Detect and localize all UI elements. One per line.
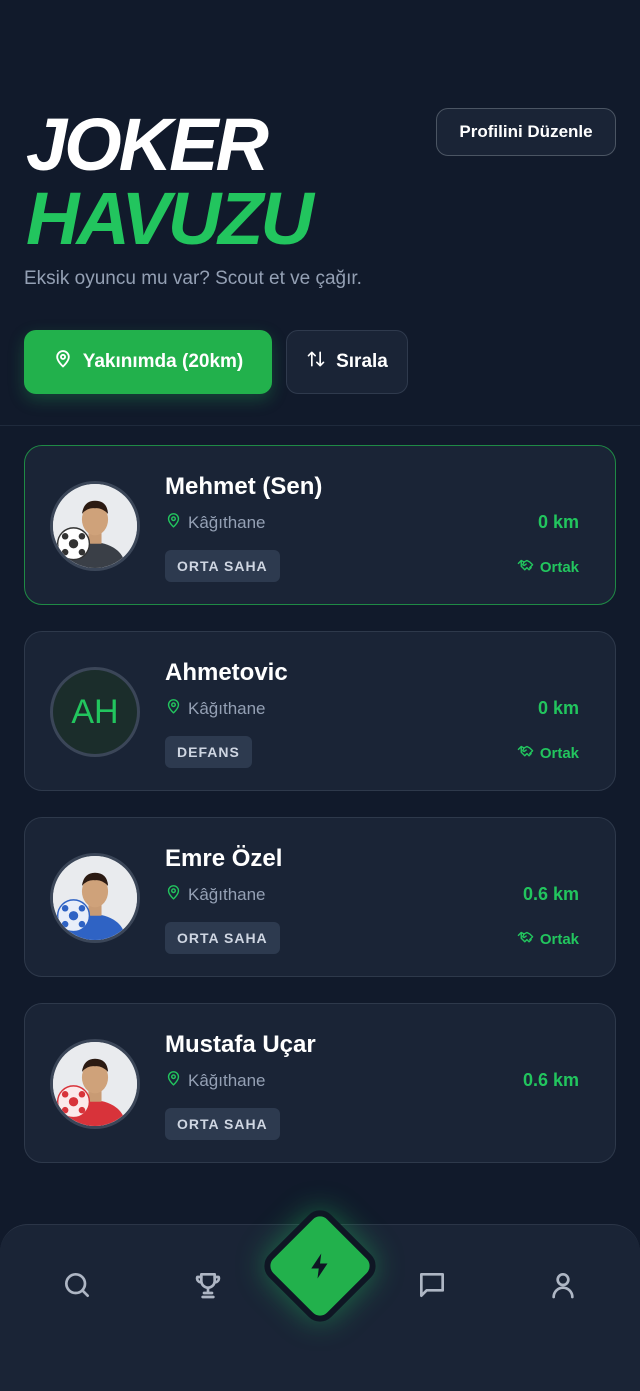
page-title: JOKER HAVUZU — [26, 103, 314, 260]
sort-label: Sırala — [336, 351, 388, 372]
position-badge: DEFANS — [165, 736, 252, 768]
player-name: Ahmetovic — [165, 659, 288, 686]
player-distance: 0 km — [537, 512, 579, 532]
player-avatar — [50, 481, 140, 571]
user-icon[interactable] — [543, 1265, 583, 1305]
mutual-label: Ortak — [539, 931, 579, 948]
handshake-icon — [517, 557, 534, 578]
player-name: Mehmet (Sen) — [165, 473, 323, 500]
position-badge: ORTA SAHA — [165, 922, 280, 954]
mutual-label: Ortak — [539, 745, 579, 762]
page-title-line2: HAVUZU — [26, 177, 314, 260]
handshake-icon — [517, 929, 534, 950]
player-avatar — [50, 853, 140, 943]
map-pin-icon — [165, 512, 182, 534]
player-location: Kâğıthane — [165, 1070, 266, 1092]
map-pin-icon — [165, 1070, 182, 1092]
player-location-label: Kâğıthane — [188, 885, 266, 904]
mutual-label: Ortak — [539, 559, 579, 576]
player-name: Mustafa Uçar — [165, 1031, 316, 1058]
page-title-line1: JOKER — [26, 103, 269, 186]
position-badge: ORTA SAHA — [165, 1108, 280, 1140]
map-pin-icon — [53, 349, 73, 375]
position-badge: ORTA SAHA — [165, 550, 280, 582]
player-location: Kâğıthane — [165, 884, 266, 906]
section-divider — [0, 425, 640, 426]
player-location: Kâğıthane — [165, 512, 266, 534]
sort-button[interactable]: Sırala — [286, 330, 408, 394]
nearby-filter-label: Yakınımda (20km) — [82, 351, 244, 372]
player-distance: 0.6 km — [522, 884, 579, 904]
handshake-icon — [517, 743, 534, 764]
player-location-label: Kâğıthane — [188, 699, 266, 718]
player-card[interactable]: Mustafa Uçar Kâğıthane ORTA SAHA 0.6 km — [24, 1003, 616, 1163]
player-card[interactable]: Emre Özel Kâğıthane ORTA SAHA 0.6 km Ort… — [24, 817, 616, 977]
player-distance: 0.6 km — [522, 1070, 579, 1090]
map-pin-icon — [165, 884, 182, 906]
edit-profile-button[interactable]: Profilini Düzenle — [436, 108, 616, 156]
player-location: Kâğıthane — [165, 698, 266, 720]
player-avatar-initials: AH — [50, 667, 140, 757]
search-icon[interactable] — [57, 1265, 97, 1305]
map-pin-icon — [165, 698, 182, 720]
chat-icon[interactable] — [412, 1265, 452, 1305]
player-distance: 0 km — [537, 698, 579, 718]
mutual-badge: Ortak — [517, 557, 579, 578]
player-name: Emre Özel — [165, 845, 283, 872]
player-card[interactable]: AH Ahmetovic Kâğıthane DEFANS 0 km Ortak — [24, 631, 616, 791]
nearby-filter-button[interactable]: Yakınımda (20km) — [24, 330, 272, 394]
sort-arrows-icon — [306, 349, 326, 375]
page-subtitle: Eksik oyuncu mu var? Scout et ve çağır. — [24, 268, 362, 289]
player-location-label: Kâğıthane — [188, 513, 266, 532]
player-location-label: Kâğıthane — [188, 1071, 266, 1090]
mutual-badge: Ortak — [517, 743, 579, 764]
mutual-badge: Ortak — [517, 929, 579, 950]
trophy-icon[interactable] — [188, 1265, 228, 1305]
player-card[interactable]: Mehmet (Sen) Kâğıthane ORTA SAHA 0 km Or… — [24, 445, 616, 605]
player-avatar — [50, 1039, 140, 1129]
bolt-icon — [300, 1246, 340, 1286]
